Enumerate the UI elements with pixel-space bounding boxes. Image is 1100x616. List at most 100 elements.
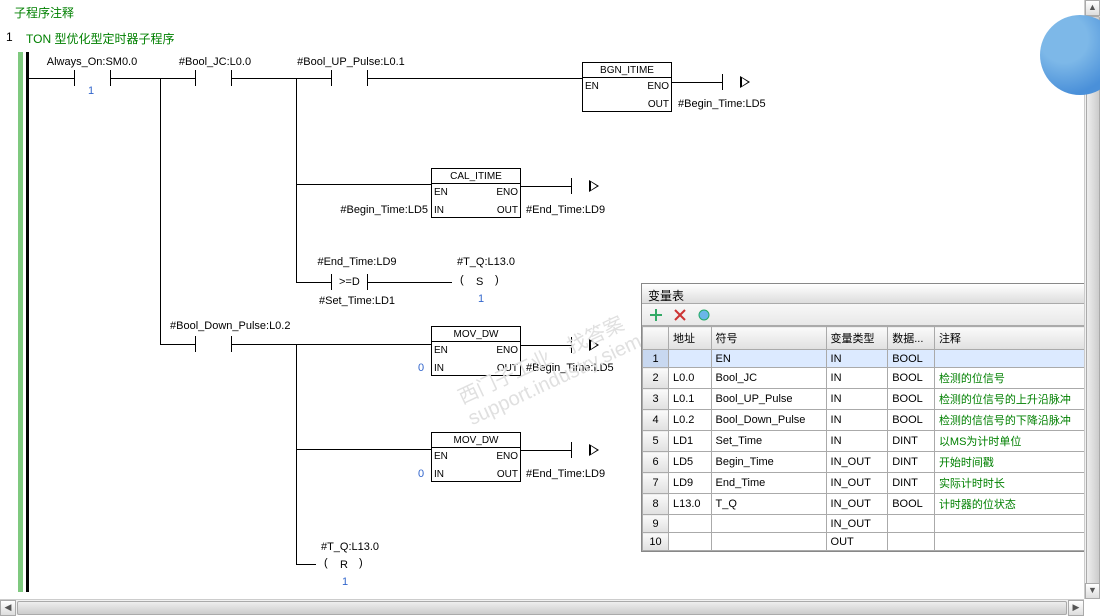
vartable-title[interactable]: 变量表 bbox=[642, 284, 1099, 304]
cell-comment[interactable]: 检测的信信号的下降沿脉冲 bbox=[934, 410, 1098, 431]
fb-title: BGN_ITIME bbox=[583, 65, 671, 76]
table-row[interactable]: 1 ENINBOOL bbox=[643, 350, 1099, 368]
cell-comment[interactable] bbox=[934, 350, 1098, 368]
cell-datatype[interactable]: BOOL bbox=[888, 410, 935, 431]
cell-vartype[interactable]: IN_OUT bbox=[826, 494, 888, 515]
col-symbol[interactable]: 符号 bbox=[711, 327, 826, 350]
table-row[interactable]: 4L0.2Bool_Down_PulseINBOOL检测的信信号的下降沿脉冲 bbox=[643, 410, 1099, 431]
table-row[interactable]: 5LD1Set_TimeINDINT以MS为计时单位 bbox=[643, 431, 1099, 452]
cell-vartype[interactable]: IN bbox=[826, 410, 888, 431]
scroll-thumb-h[interactable] bbox=[17, 601, 1067, 615]
pin-in: IN bbox=[434, 469, 444, 480]
cell-datatype[interactable]: BOOL bbox=[888, 389, 935, 410]
cell-vartype[interactable]: OUT bbox=[826, 533, 888, 551]
cell-symbol[interactable]: Begin_Time bbox=[711, 452, 826, 473]
row-number[interactable]: 2 bbox=[643, 368, 669, 389]
row-number[interactable]: 8 bbox=[643, 494, 669, 515]
cell-vartype[interactable]: IN bbox=[826, 389, 888, 410]
cell-datatype[interactable]: DINT bbox=[888, 473, 935, 494]
cell-comment[interactable]: 计时器的位状态 bbox=[934, 494, 1098, 515]
fb-cal-itime[interactable]: CAL_ITIME EN ENO IN OUT bbox=[431, 168, 521, 218]
row-number[interactable]: 3 bbox=[643, 389, 669, 410]
cell-address[interactable]: LD9 bbox=[669, 473, 712, 494]
build-icon[interactable] bbox=[696, 307, 712, 323]
delete-row-icon[interactable] bbox=[672, 307, 688, 323]
col-comment[interactable]: 注释 bbox=[934, 327, 1098, 350]
cell-address[interactable]: LD1 bbox=[669, 431, 712, 452]
cell-vartype[interactable]: IN bbox=[826, 431, 888, 452]
fb-bgn-itime[interactable]: BGN_ITIME EN ENO OUT bbox=[582, 62, 672, 112]
cell-datatype[interactable]: BOOL bbox=[888, 368, 935, 389]
cell-vartype[interactable]: IN bbox=[826, 350, 888, 368]
row-number[interactable]: 4 bbox=[643, 410, 669, 431]
col-address[interactable]: 地址 bbox=[669, 327, 712, 350]
cell-datatype[interactable]: DINT bbox=[888, 431, 935, 452]
table-row[interactable]: 2L0.0Bool_JCINBOOL检测的位信号 bbox=[643, 368, 1099, 389]
cell-address[interactable]: L0.1 bbox=[669, 389, 712, 410]
fb-mov-dw-1[interactable]: MOV_DW EN ENO IN OUT bbox=[431, 326, 521, 376]
col-vartype[interactable]: 变量类型 bbox=[826, 327, 888, 350]
cell-datatype[interactable]: DINT bbox=[888, 452, 935, 473]
row-number[interactable]: 9 bbox=[643, 515, 669, 533]
cell-comment[interactable] bbox=[934, 515, 1098, 533]
cell-datatype[interactable] bbox=[888, 533, 935, 551]
arrow-icon bbox=[589, 444, 599, 456]
table-row[interactable]: 6LD5Begin_TimeIN_OUTDINT开始时间戳 bbox=[643, 452, 1099, 473]
cell-address[interactable] bbox=[669, 350, 712, 368]
wire bbox=[296, 282, 331, 283]
cell-address[interactable]: L0.2 bbox=[669, 410, 712, 431]
cell-symbol[interactable]: Set_Time bbox=[711, 431, 826, 452]
cell-datatype[interactable]: BOOL bbox=[888, 350, 935, 368]
cell-symbol[interactable]: End_Time bbox=[711, 473, 826, 494]
cell-address[interactable] bbox=[669, 533, 712, 551]
cell-datatype[interactable]: BOOL bbox=[888, 494, 935, 515]
fb-mov-dw-2[interactable]: MOV_DW EN ENO IN OUT bbox=[431, 432, 521, 482]
cell-symbol[interactable] bbox=[711, 533, 826, 551]
cell-address[interactable]: L13.0 bbox=[669, 494, 712, 515]
param-value: #End_Time:LD9 bbox=[526, 204, 605, 216]
insert-row-icon[interactable] bbox=[648, 307, 664, 323]
cell-vartype[interactable]: IN_OUT bbox=[826, 515, 888, 533]
cell-comment[interactable]: 实际计时时长 bbox=[934, 473, 1098, 494]
table-row[interactable]: 8L13.0T_QIN_OUTBOOL计时器的位状态 bbox=[643, 494, 1099, 515]
row-number[interactable]: 10 bbox=[643, 533, 669, 551]
row-number[interactable]: 7 bbox=[643, 473, 669, 494]
vartable-grid[interactable]: 地址 符号 变量类型 数据... 注释 1ENINBOOL2L0.0Bool_J… bbox=[642, 326, 1099, 551]
row-number[interactable]: 5 bbox=[643, 431, 669, 452]
cell-address[interactable]: LD5 bbox=[669, 452, 712, 473]
cell-datatype[interactable] bbox=[888, 515, 935, 533]
table-row[interactable]: 7LD9End_TimeIN_OUTDINT实际计时时长 bbox=[643, 473, 1099, 494]
cell-address[interactable] bbox=[669, 515, 712, 533]
scroll-up-button[interactable]: ▲ bbox=[1085, 0, 1100, 16]
table-row[interactable]: 9 IN_OUT bbox=[643, 515, 1099, 533]
scroll-right-button[interactable]: ▶ bbox=[1068, 600, 1084, 616]
col-corner[interactable] bbox=[643, 327, 669, 350]
table-row[interactable]: 3L0.1Bool_UP_PulseINBOOL检测的位信号的上升沿脉冲 bbox=[643, 389, 1099, 410]
variable-table-window[interactable]: 变量表 地址 符号 变量类型 数据... 注释 1ENINBOOL2L0.0Bo… bbox=[641, 283, 1100, 552]
cell-address[interactable]: L0.0 bbox=[669, 368, 712, 389]
cell-comment[interactable]: 检测的位信号 bbox=[934, 368, 1098, 389]
scroll-left-button[interactable]: ◀ bbox=[0, 600, 16, 616]
scroll-down-button[interactable]: ▼ bbox=[1085, 583, 1100, 599]
cell-comment[interactable]: 以MS为计时单位 bbox=[934, 431, 1098, 452]
row-number[interactable]: 1 bbox=[643, 350, 669, 368]
wire bbox=[521, 450, 571, 451]
cell-symbol[interactable]: Bool_JC bbox=[711, 368, 826, 389]
cell-comment[interactable]: 开始时间戳 bbox=[934, 452, 1098, 473]
scroll-thumb-v[interactable] bbox=[1086, 16, 1100, 596]
cell-comment[interactable] bbox=[934, 533, 1098, 551]
cell-vartype[interactable]: IN bbox=[826, 368, 888, 389]
cell-vartype[interactable]: IN_OUT bbox=[826, 473, 888, 494]
horizontal-scrollbar[interactable]: ◀ ▶ bbox=[0, 599, 1084, 615]
row-number[interactable]: 6 bbox=[643, 452, 669, 473]
cell-symbol[interactable] bbox=[711, 515, 826, 533]
col-datatype[interactable]: 数据... bbox=[888, 327, 935, 350]
cell-symbol[interactable]: T_Q bbox=[711, 494, 826, 515]
end-bar bbox=[571, 178, 572, 194]
cell-vartype[interactable]: IN_OUT bbox=[826, 452, 888, 473]
cell-symbol[interactable]: EN bbox=[711, 350, 826, 368]
cell-symbol[interactable]: Bool_Down_Pulse bbox=[711, 410, 826, 431]
cell-symbol[interactable]: Bool_UP_Pulse bbox=[711, 389, 826, 410]
cell-comment[interactable]: 检测的位信号的上升沿脉冲 bbox=[934, 389, 1098, 410]
table-row[interactable]: 10 OUT bbox=[643, 533, 1099, 551]
